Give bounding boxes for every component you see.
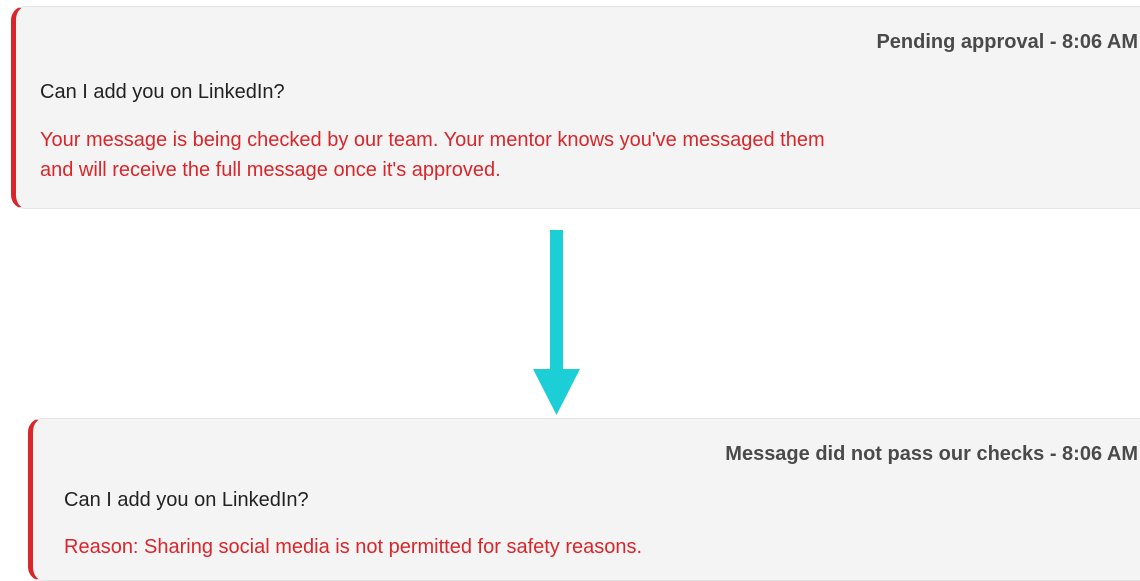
pending-notice-line-2: and will receive the full message once i… [40,159,501,181]
pending-notice-line-1: Your message is being checked by our tea… [40,129,825,151]
rejected-message-card: Message did not pass our checks - 8:06 A… [28,418,1140,581]
pending-notice: Your message is being checked by our tea… [40,125,1140,185]
pending-message-text: Can I add you on LinkedIn? [40,81,285,103]
arrow-down-icon [533,230,580,415]
rejected-message-text: Can I add you on LinkedIn? [64,489,309,511]
rejected-status-label: Message did not pass our checks - 8:06 A… [725,443,1138,465]
message-moderation-flow: Pending approval - 8:06 AM Can I add you… [0,0,1140,581]
arrow-head [533,369,580,415]
rejection-reason: Reason: Sharing social media is not perm… [64,536,643,558]
pending-message-card: Pending approval - 8:06 AM Can I add you… [11,6,1140,209]
pending-status-label: Pending approval - 8:06 AM [876,31,1138,53]
arrow-shaft [550,230,563,372]
